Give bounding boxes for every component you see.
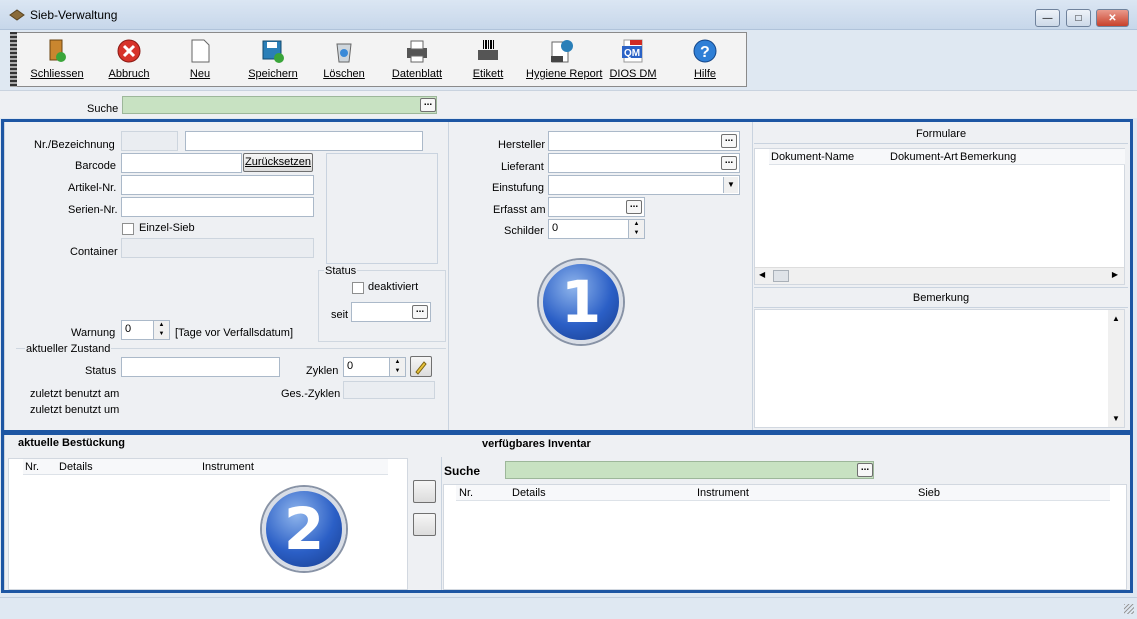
app-icon xyxy=(9,9,25,21)
cancel-icon xyxy=(116,38,142,64)
svg-text:?: ? xyxy=(700,44,710,61)
search-input[interactable] xyxy=(122,96,437,114)
title-bar: Sieb-Verwaltung — □ ✕ xyxy=(0,0,1137,30)
section-1-frame xyxy=(1,119,1133,433)
section-2-frame xyxy=(1,432,1133,593)
save-icon xyxy=(260,38,286,64)
resize-grip-icon[interactable] xyxy=(1124,604,1134,614)
help-icon: ? xyxy=(692,38,718,64)
exit-door-icon xyxy=(44,38,70,64)
barcode-printer-icon xyxy=(475,38,501,64)
dios-dm-button[interactable]: QM DIOS DM xyxy=(600,38,666,84)
pdf-qm-icon: QM xyxy=(620,38,646,64)
delete-button[interactable]: Löschen xyxy=(311,38,377,84)
search-label: Suche xyxy=(87,103,119,115)
printer-icon xyxy=(404,38,430,64)
status-bar xyxy=(0,597,1137,619)
datasheet-button[interactable]: Datenblatt xyxy=(384,38,450,84)
hygiene-report-button[interactable]: Hygiene Report xyxy=(526,38,602,84)
maximize-button[interactable]: □ xyxy=(1066,9,1091,27)
help-button[interactable]: ? Hilfe xyxy=(672,38,738,84)
toolbar-grip[interactable] xyxy=(10,32,17,87)
report-icon xyxy=(548,38,574,64)
new-document-icon xyxy=(187,38,213,64)
close-button[interactable]: ✕ xyxy=(1096,9,1129,27)
cancel-button[interactable]: Abbruch xyxy=(96,38,162,84)
recycle-bin-icon xyxy=(331,38,357,64)
save-button[interactable]: Speichern xyxy=(240,38,306,84)
search-picker-button[interactable]: ... xyxy=(420,98,436,112)
minimize-button[interactable]: — xyxy=(1035,9,1060,27)
svg-text:QM: QM xyxy=(624,48,640,59)
label-button[interactable]: Etikett xyxy=(455,38,521,84)
window-title: Sieb-Verwaltung xyxy=(30,8,118,22)
new-button[interactable]: Neu xyxy=(167,38,233,84)
close-app-button[interactable]: Schliessen xyxy=(24,38,90,84)
